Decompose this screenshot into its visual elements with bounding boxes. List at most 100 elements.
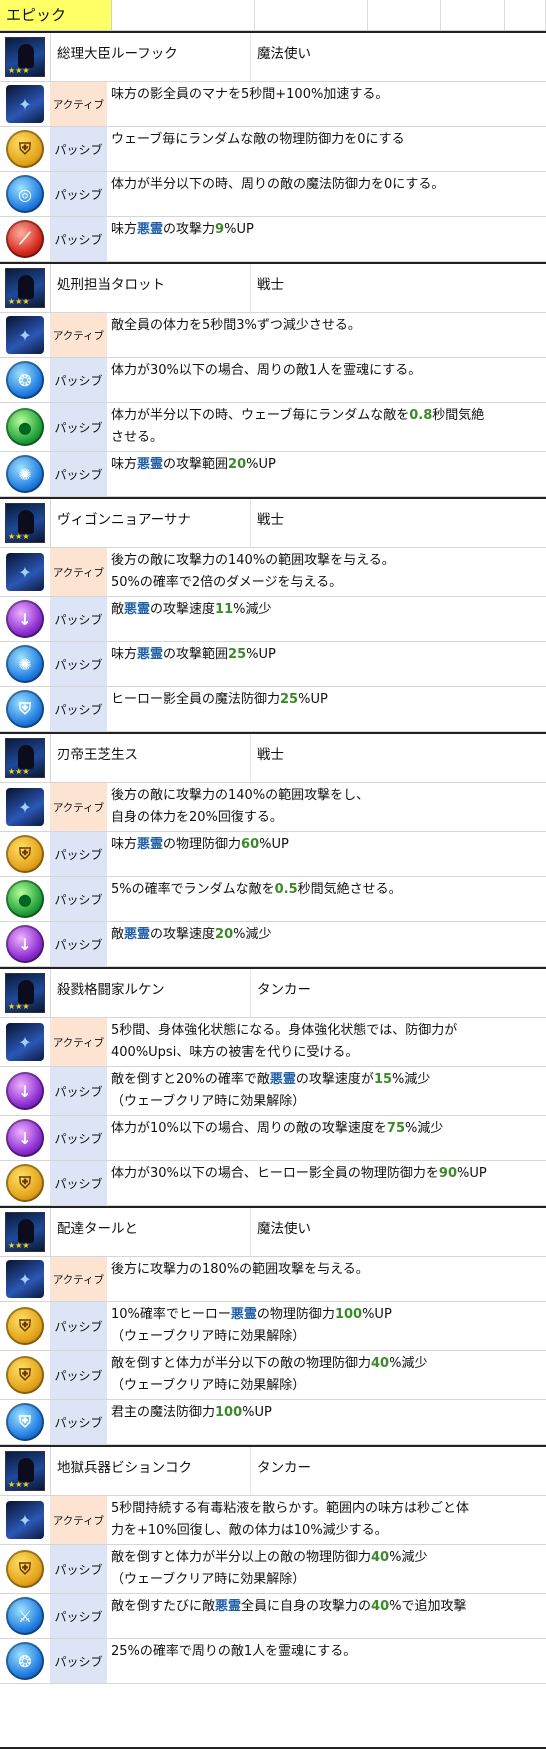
- keyword-text: 悪霊: [230, 1307, 257, 1322]
- hero-portrait-icon: ★★★: [5, 1451, 45, 1491]
- description-text: 後方の敵に攻撃力の140%の範囲攻撃をし、: [111, 788, 370, 803]
- skill-icon-cell: ⟋: [0, 217, 50, 261]
- keyword-text: 悪霊: [137, 837, 164, 852]
- description-text: の攻撃範囲: [163, 647, 229, 662]
- keyword-text: 悪霊: [137, 222, 164, 237]
- skill-row: ⛨ パッシブ 10%確率でヒーロー悪霊の物理防御力100%UP （ウェーブクリア時に効…: [0, 1302, 546, 1351]
- hero-name: 刃帝王芝生ス: [51, 734, 251, 782]
- hero-header-row: ★★★ 処刑担当タロット 戦士: [0, 264, 546, 313]
- active-skill-label: アクティブ: [50, 1496, 107, 1544]
- description-text: %減少: [389, 1356, 428, 1371]
- hero-header-row: ★★★ 刃帝王芝生ス 戦士: [0, 734, 546, 783]
- hero-portrait-icon: ★★★: [5, 37, 45, 77]
- empty-cell: [441, 0, 505, 31]
- description-line: 25%の確率で周りの敵1人を霊魂にする。: [111, 1641, 544, 1663]
- hero-role: 戦士: [257, 747, 284, 763]
- hero-role: 戦士: [257, 512, 284, 528]
- highlighted-value: 25: [228, 647, 247, 662]
- description-line: （ウェーブクリア時に効果解除）: [111, 1326, 544, 1348]
- description-text: %UP: [259, 837, 289, 852]
- hero-portrait-cell: ★★★: [0, 1447, 51, 1495]
- keyword-text: 悪霊: [137, 647, 164, 662]
- skill-description: 5秒間持続する有毒粘液を散らかす。範囲内の味方は秒ごと体 力を+10%回復し、敵の…: [107, 1496, 546, 1544]
- highlighted-value: 75: [386, 1121, 405, 1136]
- hero-portrait-cell: ★★★: [0, 1208, 51, 1256]
- description-line: 後方の敵に攻撃力の140%の範囲攻撃を与える。: [111, 550, 544, 572]
- skill-row: ⟋ パッシブ 味方悪霊の攻撃力9%UP: [0, 217, 546, 262]
- description-text: 敵を倒すと20%の確率で敵: [111, 1072, 270, 1087]
- hero-portrait-cell: ★★★: [0, 499, 51, 547]
- blue-shield-icon: ⛨: [6, 690, 44, 728]
- skill-description: 君主の魔法防御力100%UP: [107, 1400, 546, 1444]
- description-text: の攻撃力: [163, 222, 216, 237]
- skill-icon-cell: ⛨: [0, 1545, 50, 1593]
- skill-row: ⛨ パッシブ 敵を倒すと体力が半分以上の敵の物理防御力40%減少 （ウェーブクリア時に…: [0, 1545, 546, 1594]
- skill-description: 体力が半分以下の時、ウェーブ毎にランダムな敵を0.8秒間気絶 させる。: [107, 403, 546, 451]
- hero-figure: [18, 1458, 34, 1482]
- skill-icon-cell: ✦: [0, 1018, 50, 1066]
- gold-shield-icon: ⛨: [6, 130, 44, 168]
- hero-portrait-icon: ★★★: [5, 503, 45, 543]
- skill-description: 味方悪霊の物理防御力60%UP: [107, 832, 546, 876]
- skill-description: 味方悪霊の攻撃力9%UP: [107, 217, 546, 261]
- blue-sword-icon: ⚔: [6, 1597, 44, 1635]
- description-text: 25%の確率で周りの敵1人を霊魂にする。: [111, 1644, 357, 1659]
- star-rating-icon: ★★★: [8, 297, 30, 306]
- description-text: 体力が10%以下の場合、周りの敵の攻撃速度を: [111, 1121, 387, 1136]
- passive-skill-label: パッシブ: [50, 358, 107, 402]
- description-text: %減少: [233, 927, 272, 942]
- description-line: 体力が半分以下の時、ウェーブ毎にランダムな敵を0.8秒間気絶: [111, 405, 544, 427]
- passive-skill-label: パッシブ: [50, 1639, 107, 1683]
- hero-name: 処刑担当タロット: [51, 264, 251, 312]
- description-text: %UP: [457, 1166, 487, 1181]
- description-text: %UP: [246, 647, 276, 662]
- skill-description: 敵全員の体力を5秒間3%ずつ減少させる。: [107, 313, 546, 357]
- skill-description: 敵を倒すと20%の確率で敵悪霊の攻撃速度が15%減少 （ウェーブクリア時に効果解除…: [107, 1067, 546, 1115]
- skill-row: ↓ パッシブ 体力が10%以下の場合、周りの敵の攻撃速度を75%減少: [0, 1116, 546, 1161]
- passive-skill-label: パッシブ: [50, 1161, 107, 1205]
- gold-broken-shield-icon: ⛨: [6, 1550, 44, 1588]
- hero-role: タンカー: [257, 1460, 311, 1476]
- description-text: 敵を倒すたびに敵: [111, 1599, 216, 1614]
- skill-row: ● パッシブ 5%の確率でランダムな敵を0.5秒間気絶させる。: [0, 877, 546, 922]
- skill-description: 体力が10%以下の場合、周りの敵の攻撃速度を75%減少: [107, 1116, 546, 1160]
- description-line: 後方に攻撃力の180%の範囲攻撃を与える。: [111, 1259, 544, 1281]
- skill-row: ✦ アクティブ 敵全員の体力を5秒間3%ずつ減少させる。: [0, 313, 546, 358]
- hero-header-row: ★★★ 殺戮格闘家ルケン タンカー: [0, 969, 546, 1018]
- hero-portrait-icon: ★★★: [5, 1212, 45, 1252]
- description-line: 味方悪霊の攻撃範囲25%UP: [111, 644, 544, 666]
- hero-list: ★★★ 総理大臣ルーフック 魔法使い ✦ アクティブ 味方の影全員のマナを5秒間+100%…: [0, 31, 546, 1684]
- hero-block: ★★★ ヴィゴンニョアーサナ 戦士 ✦ アクティブ 後方の敵に攻撃力の140%の範囲攻撃を…: [0, 497, 546, 732]
- skill-row: ↓ パッシブ 敵悪霊の攻撃速度20%減少: [0, 922, 546, 967]
- hero-block: ★★★ 地獄兵器ビションコク タンカー ✦ アクティブ 5秒間持続する有毒粘液を散らかす。…: [0, 1445, 546, 1684]
- description-text: %UP: [246, 457, 276, 472]
- description-line: 体力が10%以下の場合、周りの敵の攻撃速度を75%減少: [111, 1118, 544, 1140]
- skill-row: ⛨ パッシブ 体力が30%以下の場合、ヒーロー影全員の物理防御力を90%UP: [0, 1161, 546, 1206]
- skill-description: 後方の敵に攻撃力の140%の範囲攻撃をし、 自身の体力を20%回復する。: [107, 783, 546, 831]
- active-skill-label: アクティブ: [50, 313, 107, 357]
- star-rating-icon: ★★★: [8, 532, 30, 541]
- hero-header-row: ★★★ 地獄兵器ビションコク タンカー: [0, 1447, 546, 1496]
- green-person-icon: ●: [6, 880, 44, 918]
- highlighted-value: 20: [228, 457, 247, 472]
- highlighted-value: 20: [215, 927, 234, 942]
- keyword-text: 悪霊: [137, 457, 164, 472]
- hero-portrait-cell: ★★★: [0, 969, 51, 1017]
- passive-skill-label: パッシブ: [50, 597, 107, 641]
- description-line: 体力が30%以下の場合、ヒーロー影全員の物理防御力を90%UP: [111, 1163, 544, 1185]
- gold-shield-icon: ⛨: [6, 835, 44, 873]
- description-text: 5秒間、身体強化状態になる。身体強化状態では、防御力が: [111, 1023, 458, 1038]
- skill-row: ⛨ パッシブ 敵を倒すと体力が半分以下の敵の物理防御力40%減少 （ウェーブクリア時に…: [0, 1351, 546, 1400]
- skill-icon-cell: ⛨: [0, 1400, 50, 1444]
- dark-hero-skill-icon: ✦: [6, 1501, 44, 1539]
- skill-icon-cell: ✦: [0, 82, 50, 126]
- skill-row: ✺ パッシブ 味方悪霊の攻撃範囲25%UP: [0, 642, 546, 687]
- description-text: 力を+10%回復し、敵の体力は10%減少する。: [111, 1523, 388, 1538]
- description-text: %UP: [242, 1405, 272, 1420]
- hero-header-row: ★★★ ヴィゴンニョアーサナ 戦士: [0, 499, 546, 548]
- passive-skill-label: パッシブ: [50, 1302, 107, 1350]
- description-line: 敵を倒すと20%の確率で敵悪霊の攻撃速度が15%減少: [111, 1069, 544, 1091]
- description-line: 5%の確率でランダムな敵を0.5秒間気絶させる。: [111, 879, 544, 901]
- description-text: の攻撃速度: [150, 602, 216, 617]
- skill-description: ウェーブ毎にランダムな敵の物理防御力を0にする: [107, 127, 546, 171]
